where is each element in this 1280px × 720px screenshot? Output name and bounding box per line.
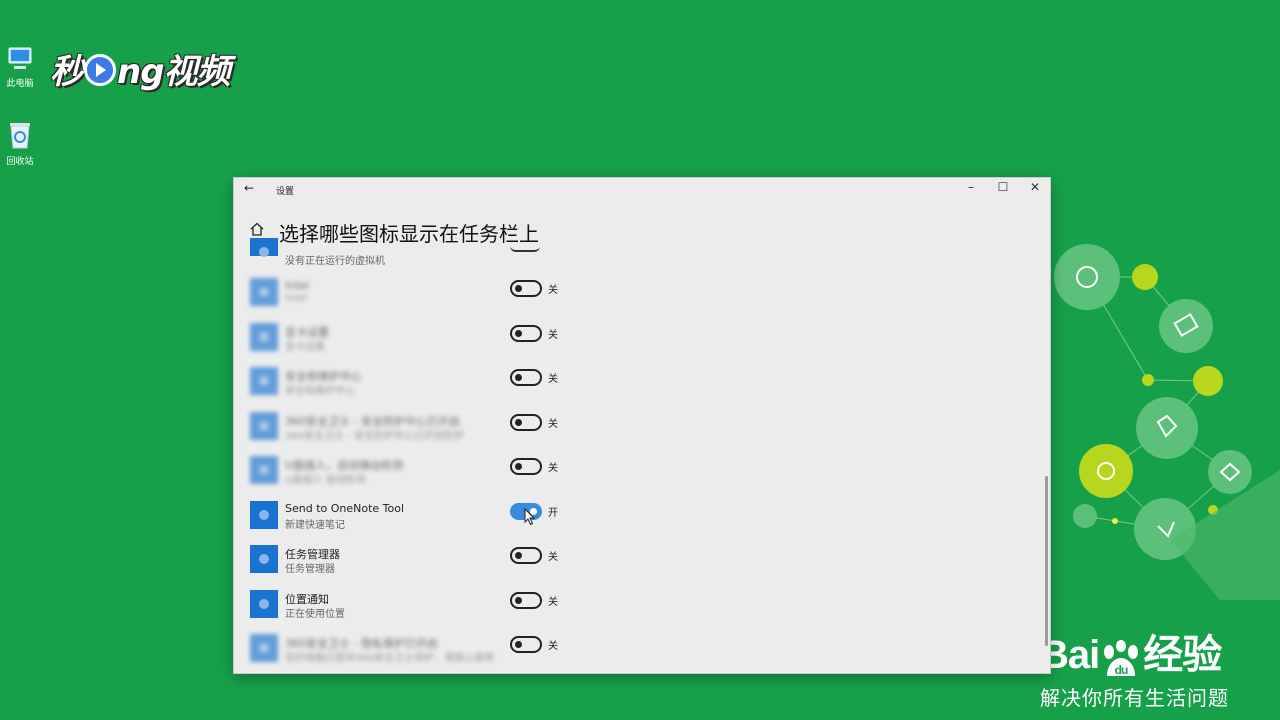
app-glyph-icon [259, 332, 269, 342]
notification-area-icon-row: Intel Intel 关 [250, 276, 580, 310]
toggle-state-label: 关 [548, 285, 558, 296]
app-icon [250, 238, 278, 257]
toggle-state-label: 关 [548, 597, 558, 608]
toggle-switch[interactable] [510, 636, 542, 653]
app-glyph-icon [259, 554, 269, 564]
notification-area-icon-row: 安全和维护中心 安全和维护中心关 [250, 365, 580, 399]
desktop-icon-recycle-bin[interactable]: 回收站 [4, 120, 36, 167]
toggle-switch[interactable] [510, 369, 542, 386]
qiudong-logo: 秒 ng视频 [50, 52, 231, 92]
toggle-state-label: 关 [548, 463, 558, 474]
app-description: 安全和维护中心 [285, 386, 355, 397]
toggle-knob [515, 552, 522, 559]
notification-area-icon-row: 位置通知 正在使用位置关 [250, 588, 580, 622]
toggle-switch[interactable] [510, 592, 542, 609]
app-icon [250, 634, 278, 662]
app-glyph-icon [259, 287, 269, 297]
toggle-knob [515, 330, 522, 337]
scrollbar[interactable] [1045, 476, 1048, 646]
app-icon [250, 412, 278, 440]
notification-area-icon-row: 任务管理器 任务管理器关 [250, 543, 580, 577]
app-name: Intel [285, 279, 310, 292]
app-glyph-icon [259, 510, 269, 520]
baidu-brand-2: 经验 [1143, 633, 1222, 677]
notification-area-icon-row: 显卡设置 显卡设置关 [250, 321, 580, 355]
app-icon [250, 323, 278, 351]
toggle-knob [515, 641, 522, 648]
app-glyph-icon [259, 465, 269, 475]
toggle-knob [515, 597, 522, 604]
baidu-jingyan-watermark: Bai du 经验 解决你所有生活问题 [1040, 622, 1229, 711]
settings-window: ← 设置 – ☐ ✕ 选择哪些图标显示在任务栏上 没有正在运行的虚拟机 Intel… [234, 178, 1050, 673]
app-description: U盘插入 自动检测 [285, 475, 366, 486]
app-description: 360安全卫士 - 安全防护中心已开启防护 [285, 431, 465, 442]
app-description: 正在使用位置 [285, 609, 345, 620]
app-icon [250, 545, 278, 573]
app-glyph-icon [259, 421, 269, 431]
notification-area-icon-row: 360安全卫士 - 安全防护中心已开启 360安全卫士 - 安全防护中心已开启防护… [250, 410, 580, 444]
mouse-cursor-icon [524, 508, 536, 526]
toggle-state-label: 关 [548, 552, 558, 563]
notification-area-icon-row: 360安全卫士 - 隐私保护已开启 您的电脑已受到360安全卫士保护，请放心使用关 [250, 632, 580, 666]
page-title: 选择哪些图标显示在任务栏上 [279, 222, 539, 246]
app-icon [250, 456, 278, 484]
window-title: 设置 [276, 187, 295, 197]
notification-area-icon-row: U盘插入，自动弹出检测 U盘插入 自动检测关 [250, 454, 580, 488]
maximize-button[interactable]: ☐ [987, 180, 1019, 194]
app-glyph-icon [259, 599, 269, 609]
toggle-knob [515, 374, 522, 381]
app-glyph-icon [259, 247, 269, 257]
svg-text:du: du [1115, 663, 1128, 677]
toggle-knob [515, 419, 522, 426]
computer-icon [8, 47, 32, 69]
app-description: Intel [285, 293, 308, 304]
toggle-switch[interactable] [510, 280, 542, 297]
toggle-switch[interactable] [510, 414, 542, 431]
desktop-icon-this-pc[interactable]: 此电脑 [4, 46, 36, 89]
app-icon [250, 367, 278, 395]
desktop-icon-label: 回收站 [6, 157, 34, 167]
baidu-slogan: 解决你所有生活问题 [1040, 686, 1229, 710]
minimize-button[interactable]: – [955, 180, 987, 194]
app-description: 您的电脑已受到360安全卫士保护，请放心使用 [285, 653, 495, 664]
toggle-knob [515, 285, 522, 292]
app-icon [250, 501, 278, 529]
app-icon [250, 278, 278, 306]
toggle-switch[interactable] [510, 547, 542, 564]
toggle-switch[interactable] [510, 325, 542, 342]
home-icon[interactable] [250, 222, 264, 236]
toggle-knob [515, 463, 522, 470]
toggle-state-label: 关 [548, 641, 558, 652]
toggle-switch[interactable] [510, 458, 542, 475]
app-glyph-icon [259, 643, 269, 653]
app-description: 没有正在运行的虚拟机 [285, 256, 385, 267]
toggle-state-label: 关 [548, 419, 558, 430]
toggle-state-label: 关 [548, 374, 558, 385]
recycle-bin-icon [10, 123, 30, 149]
app-description: 任务管理器 [285, 564, 335, 575]
toggle-state-label: 开 [548, 508, 558, 519]
app-icon [250, 590, 278, 618]
app-description: 新建快速笔记 [285, 520, 345, 531]
decorative-bubbles [1054, 244, 1280, 600]
app-name: Send to OneNote Tool [285, 502, 405, 515]
play-icon [84, 53, 116, 86]
title-bar: ← 设置 – ☐ ✕ [234, 178, 1050, 200]
back-arrow-icon[interactable]: ← [244, 181, 254, 195]
desktop-icon-label: 此电脑 [6, 79, 34, 89]
toggle-state-label: 关 [548, 330, 558, 341]
app-glyph-icon [259, 376, 269, 386]
paw-icon: du [1099, 640, 1143, 680]
close-button[interactable]: ✕ [1019, 180, 1050, 194]
app-description: 显卡设置 [285, 342, 325, 353]
